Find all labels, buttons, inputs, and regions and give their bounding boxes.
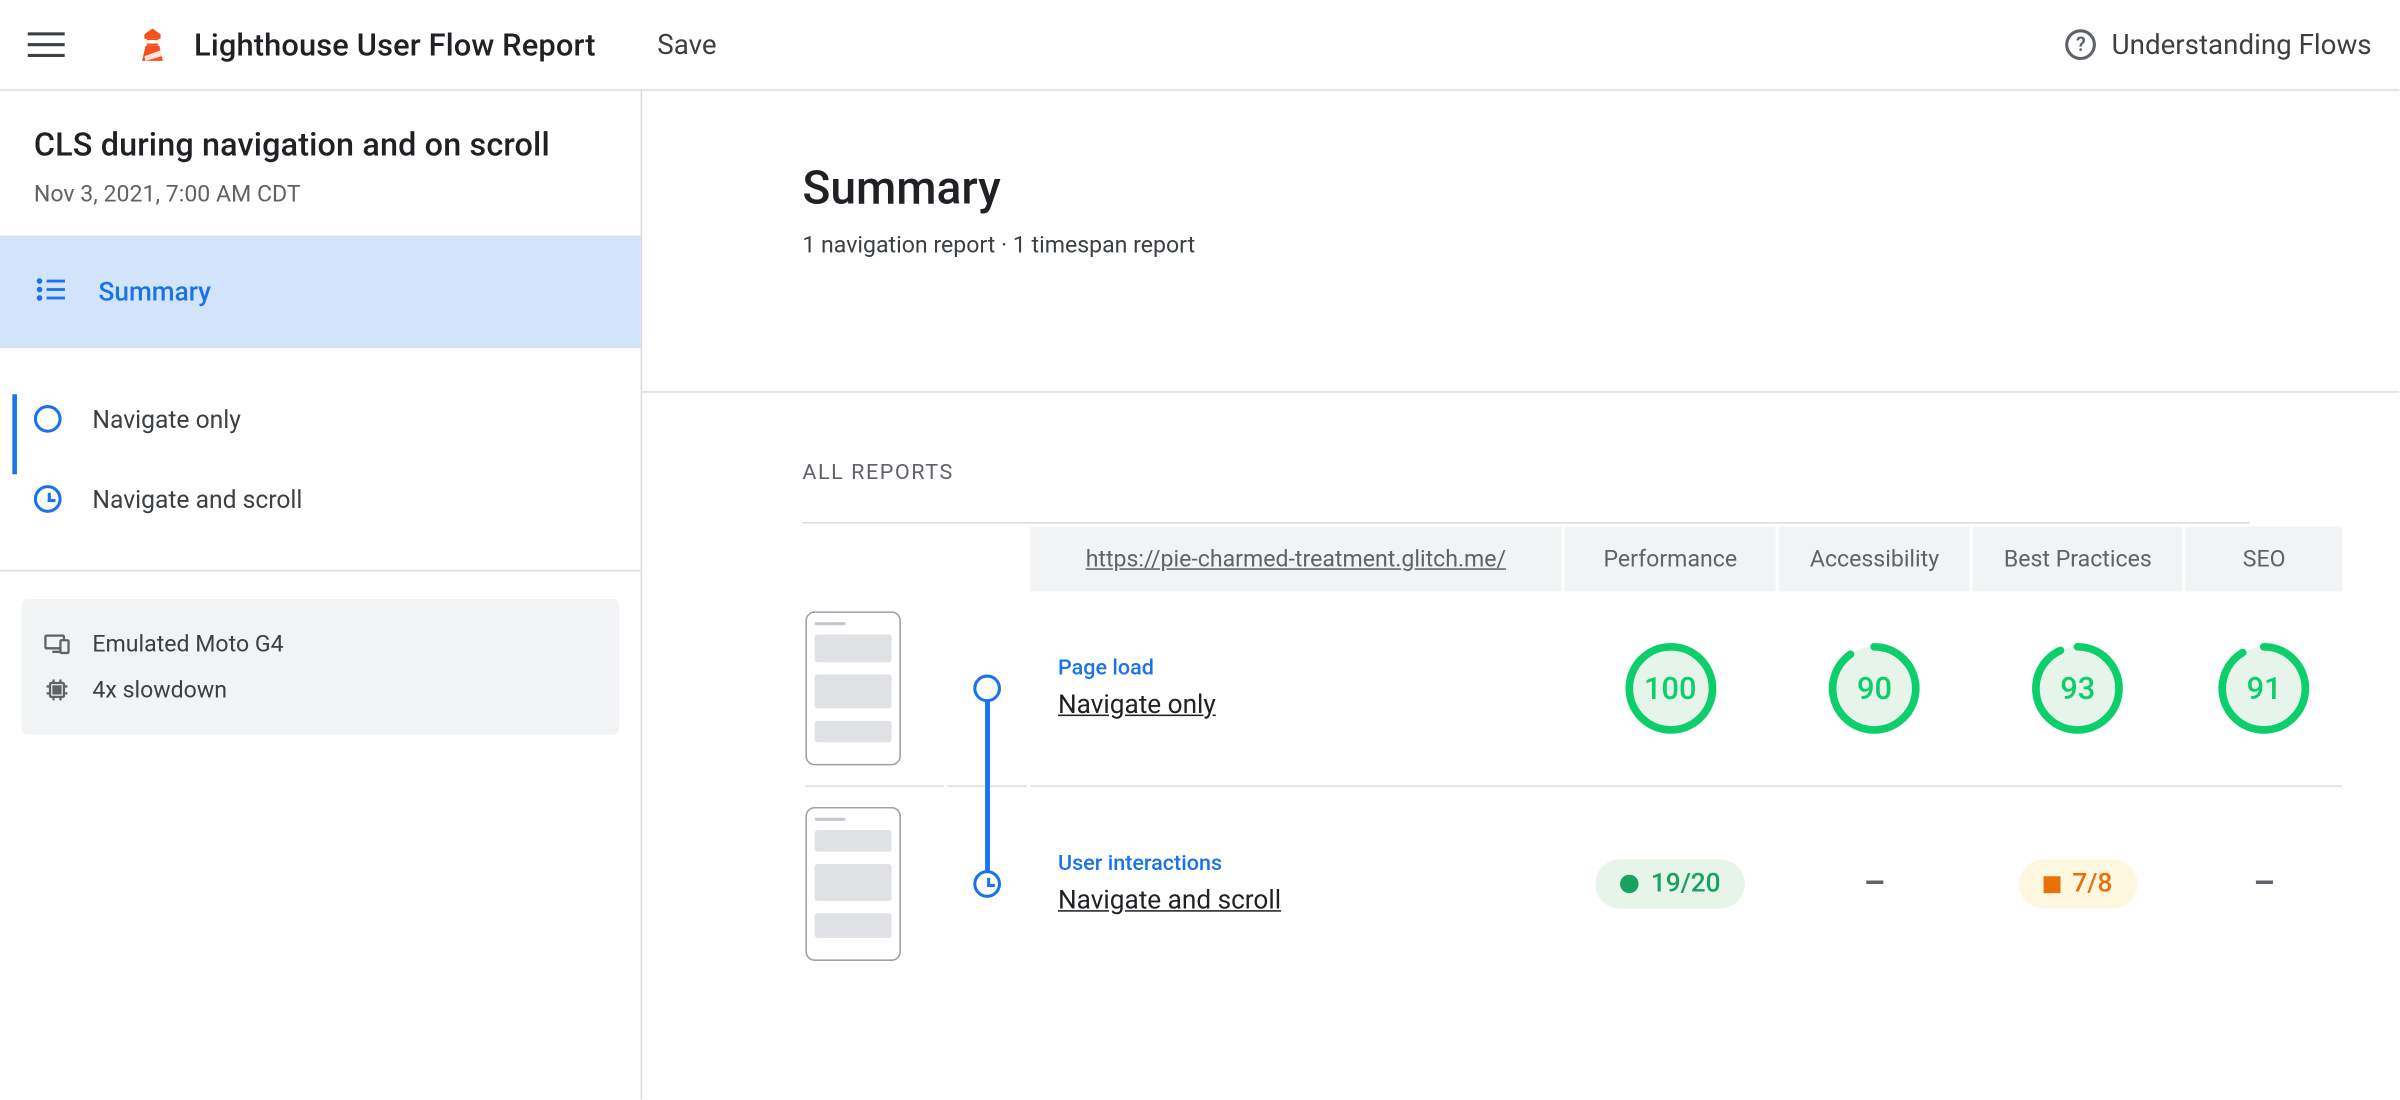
report-url-link[interactable]: https://pie-charmed-treatment.glitch.me/ <box>1058 545 1534 573</box>
env-throttling: 4x slowdown <box>43 667 597 713</box>
row-step-link[interactable]: Navigate only <box>1058 690 1216 721</box>
col-performance: Performance <box>1565 527 1776 592</box>
env-device-label: Emulated Moto G4 <box>92 630 283 658</box>
all-reports-label: ALL REPORTS <box>642 393 2399 522</box>
pill-performance: 19/20 <box>1595 859 1745 908</box>
col-best-practices: Best Practices <box>1973 527 2183 592</box>
environment-box: Emulated Moto G4 4x slowdown <box>22 599 620 735</box>
gauge-best-practices: 93 <box>2030 641 2125 736</box>
row-kind-label: Page load <box>1058 656 1534 681</box>
table-row: Page load Navigate only 100 90 <box>805 594 2342 782</box>
table-row: User interactions Navigate and scroll 19… <box>805 790 2342 978</box>
gauge-accessibility: 90 <box>1827 641 1922 736</box>
dash-accessibility: – <box>1864 865 1886 904</box>
sidebar-step-navigate-and-scroll[interactable]: Navigate and scroll <box>34 459 607 539</box>
pill-best-practices: 7/8 <box>2019 859 2138 908</box>
sidebar: CLS during navigation and on scroll Nov … <box>0 91 642 1100</box>
pass-dot-icon <box>1620 875 1638 893</box>
sidebar-item-summary[interactable]: Summary <box>0 237 641 348</box>
topbar: Lighthouse User Flow Report Save ? Under… <box>0 0 2399 91</box>
env-throttling-label: 4x slowdown <box>92 676 227 704</box>
sidebar-steps: Navigate only Navigate and scroll <box>0 348 641 571</box>
step-label: Navigate only <box>92 404 241 433</box>
gauge-performance: 100 <box>1623 641 1718 736</box>
flow-title: CLS during navigation and on scroll <box>34 128 607 165</box>
navigation-marker-icon <box>34 405 62 433</box>
flow-date: Nov 3, 2021, 7:00 AM CDT <box>34 180 607 208</box>
timespan-marker-icon <box>34 485 62 513</box>
sidebar-step-navigate-only[interactable]: Navigate only <box>34 379 607 459</box>
menu-icon[interactable] <box>28 26 65 63</box>
help-link-label: Understanding Flows <box>2112 28 2372 60</box>
summary-list-icon <box>34 272 68 312</box>
navigation-marker-icon <box>973 675 1001 703</box>
cpu-icon <box>43 676 71 704</box>
screenshot-thumbnail <box>805 807 900 961</box>
page-subtitle: 1 navigation report · 1 timespan report <box>802 231 2399 259</box>
flow-header: CLS during navigation and on scroll Nov … <box>0 91 641 237</box>
device-icon <box>43 630 71 658</box>
lighthouse-logo-icon <box>139 26 170 63</box>
understanding-flows-link[interactable]: ? Understanding Flows <box>2065 28 2371 60</box>
dash-seo: – <box>2253 865 2275 904</box>
timespan-marker-icon <box>973 870 1001 898</box>
summary-label: Summary <box>99 276 211 307</box>
step-label: Navigate and scroll <box>92 484 302 513</box>
gauge-seo: 91 <box>2216 641 2311 736</box>
page-title: Summary <box>802 162 2399 216</box>
save-button[interactable]: Save <box>657 28 716 60</box>
app-title: Lighthouse User Flow Report <box>194 26 596 63</box>
avg-square-icon <box>2043 875 2060 892</box>
row-kind-label: User interactions <box>1058 852 1534 877</box>
reports-table: https://pie-charmed-treatment.glitch.me/… <box>802 524 2345 981</box>
help-icon: ? <box>2065 29 2096 60</box>
col-accessibility: Accessibility <box>1779 527 1970 592</box>
col-seo: SEO <box>2186 527 2343 592</box>
row-step-link[interactable]: Navigate and scroll <box>1058 886 1281 917</box>
screenshot-thumbnail <box>805 611 900 765</box>
content: Summary 1 navigation report · 1 timespan… <box>642 91 2399 1100</box>
env-device: Emulated Moto G4 <box>43 621 597 667</box>
